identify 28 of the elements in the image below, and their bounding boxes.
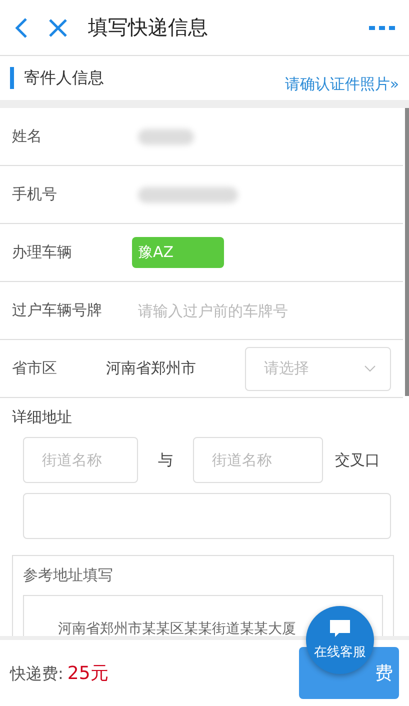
back-icon[interactable] [14, 16, 28, 38]
chat-button[interactable]: 在线客服 [306, 606, 374, 674]
close-icon[interactable] [48, 18, 68, 38]
page-title: 填写快递信息 [88, 14, 209, 41]
field-label: 过户车辆号牌 [12, 301, 103, 320]
street-field[interactable]: 街道名称 [193, 437, 323, 483]
confirm-photo-link[interactable]: 请确认证件照片» [284, 74, 399, 94]
suffix-text: 交叉口 [335, 450, 380, 470]
more-icon[interactable] [369, 24, 395, 30]
reference-title: 参考地址填写 [23, 566, 114, 585]
blurred-value [138, 128, 194, 144]
region-value: 河南省郑州市 [106, 359, 196, 378]
field-label: 省市区 [12, 359, 58, 378]
fee-label: 快递费: [10, 664, 64, 683]
example-address: 河南省郑州市某某区某某街道某某大厦 [58, 621, 296, 636]
address-field[interactable] [23, 493, 391, 539]
chevron-down-icon [364, 364, 376, 372]
street-field[interactable]: 街道名称 [23, 437, 138, 483]
field-label: 姓名 [12, 127, 43, 146]
region-select[interactable]: 请选择 [245, 346, 391, 390]
section-title: 寄件人信息 [10, 67, 104, 89]
chat-icon [329, 619, 351, 639]
field-label: 办理车辆 [12, 243, 73, 262]
field-label: 详细地址 [12, 408, 73, 427]
joiner-text: 与 [158, 450, 173, 470]
fee-amount: 25元 [67, 663, 108, 684]
field-label: 手机号 [12, 185, 58, 204]
plate-badge: 豫AZ [132, 237, 224, 268]
